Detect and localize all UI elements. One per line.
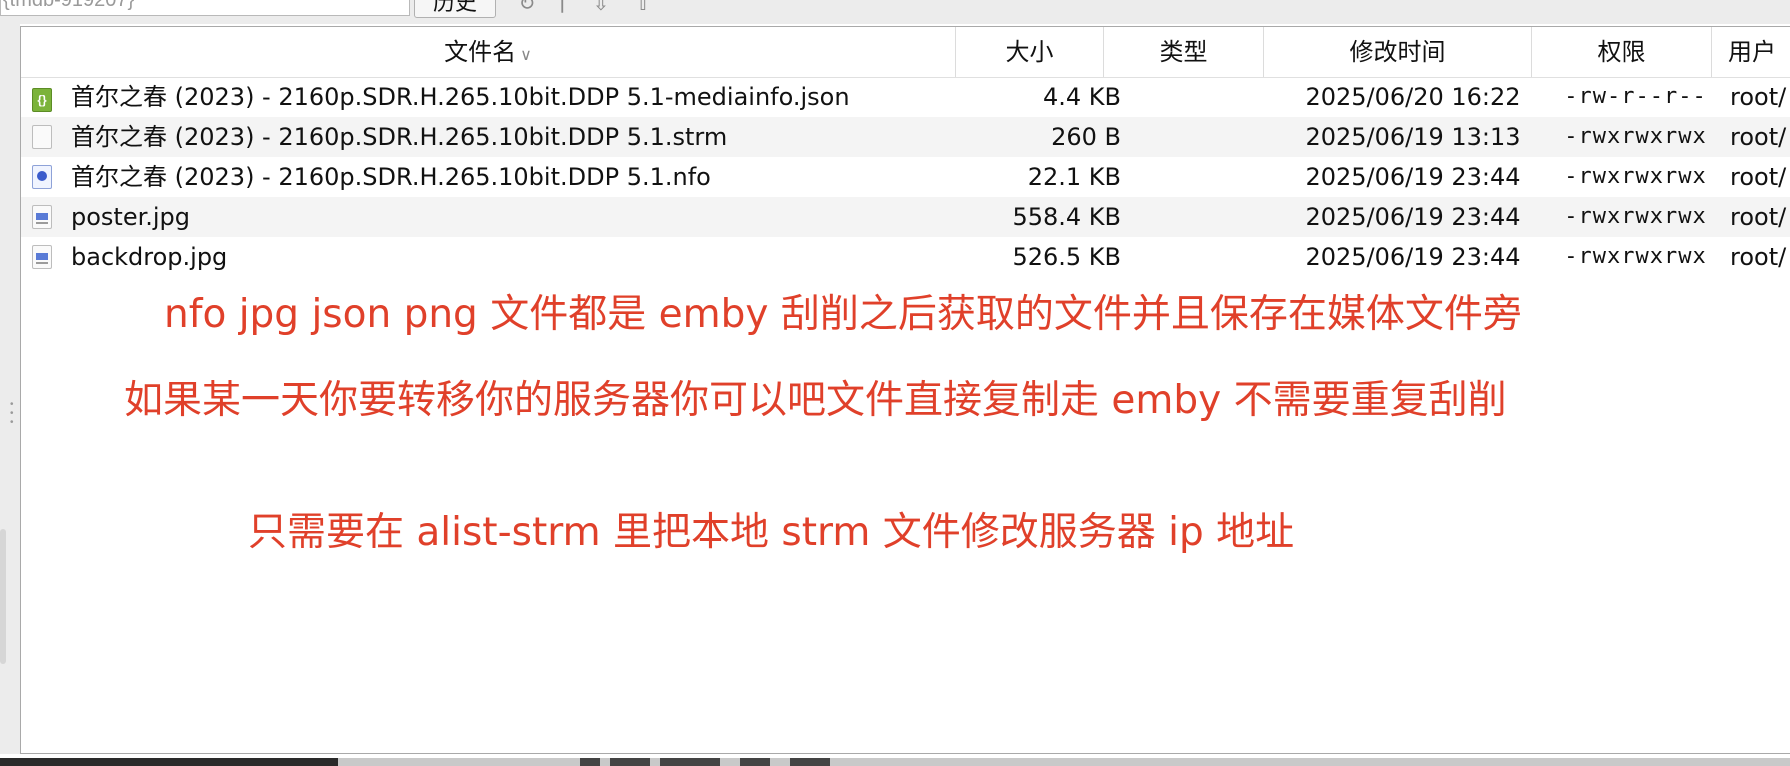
dock-dark-segment	[0, 758, 338, 766]
file-permissions: -rwxrwxrwx	[1564, 204, 1707, 229]
table-row[interactable]: {} 首尔之春 (2023) - 2160p.SDR.H.265.10bit.DD…	[21, 77, 1790, 117]
json-file-icon: {}	[32, 88, 52, 112]
file-size: 4.4 KB	[1043, 83, 1121, 111]
file-name: 首尔之春 (2023) - 2160p.SDR.H.265.10bit.DDP …	[71, 163, 711, 191]
file-owner: root/	[1730, 243, 1787, 271]
file-modified: 2025/06/20 16:22	[1305, 83, 1521, 111]
table-row[interactable]: poster.jpg 558.4 KB 2025/06/19 23:44 -rwxrw…	[21, 197, 1790, 237]
file-size: 526.5 KB	[1012, 243, 1121, 271]
bottom-strip	[0, 758, 1790, 766]
toolbar: {tmdb-919207} 历史 ↻ ⌉ ⇩ ⇧	[0, 0, 1790, 24]
file-modified: 2025/06/19 23:44	[1305, 243, 1521, 271]
file-owner: root/	[1730, 123, 1787, 151]
download-icon[interactable]: ⇩	[588, 0, 614, 14]
scrollbar-thumb[interactable]	[0, 529, 6, 664]
table-row[interactable]: 首尔之春 (2023) - 2160p.SDR.H.265.10bit.DDP …	[21, 117, 1790, 157]
file-size: 260 B	[1051, 123, 1121, 151]
file-type	[1125, 117, 1281, 157]
column-header-name[interactable]: 文件名 ∨	[21, 27, 956, 77]
column-header-modified[interactable]: 修改时间	[1264, 27, 1532, 77]
dock-item[interactable]	[740, 758, 770, 766]
annotation-line-1: nfo jpg json png 文件都是 emby 刮削之后获取的文件并且保存…	[164, 292, 1522, 337]
file-type	[1125, 197, 1281, 237]
file-modified: 2025/06/19 13:13	[1305, 123, 1521, 151]
annotation-line-3: 只需要在 alist-strm 里把本地 strm 文件修改服务器 ip 地址	[248, 510, 1295, 555]
file-type	[1125, 157, 1281, 197]
table-row[interactable]: 首尔之春 (2023) - 2160p.SDR.H.265.10bit.DDP …	[21, 157, 1790, 197]
dock-item[interactable]	[610, 758, 650, 766]
file-size: 558.4 KB	[1012, 203, 1121, 231]
file-owner: root/	[1730, 163, 1787, 191]
annotation-line-2: 如果某一天你要转移你的服务器你可以吧文件直接复制走 emby 不需要重复刮削	[124, 378, 1507, 423]
image-file-icon	[32, 205, 52, 229]
sort-chevron-icon: ∨	[520, 45, 532, 64]
history-button[interactable]: 历史	[414, 0, 496, 18]
file-name: 首尔之春 (2023) - 2160p.SDR.H.265.10bit.DDP …	[71, 83, 850, 111]
file-permissions: -rwxrwxrwx	[1564, 244, 1707, 269]
column-header-user[interactable]: 用户	[1712, 27, 1790, 77]
column-header-permissions[interactable]: 权限	[1532, 27, 1712, 77]
column-header-size[interactable]: 大小	[956, 27, 1104, 77]
dock-item[interactable]	[580, 758, 600, 766]
file-owner: root/	[1730, 203, 1787, 231]
file-name: backdrop.jpg	[71, 243, 228, 271]
dock-item[interactable]	[790, 758, 830, 766]
file-permissions: -rwxrwxrwx	[1564, 164, 1707, 189]
upload-icon[interactable]: ⇧	[630, 0, 656, 14]
image-file-icon	[32, 245, 52, 269]
file-type	[1125, 237, 1281, 277]
file-owner: root/	[1730, 83, 1787, 111]
left-gutter: • • •	[0, 24, 20, 754]
file-name: 首尔之春 (2023) - 2160p.SDR.H.265.10bit.DDP …	[71, 123, 728, 151]
blank-file-icon	[32, 125, 52, 149]
file-permissions: -rw-r--r--	[1564, 84, 1707, 109]
file-name: poster.jpg	[71, 203, 191, 231]
file-modified: 2025/06/19 23:44	[1305, 203, 1521, 231]
file-list-panel: 文件名 ∨ 大小 类型 修改时间 权限 用户 {} 首尔之春 (2023) - 21…	[20, 26, 1790, 754]
file-size: 22.1 KB	[1027, 163, 1121, 191]
table-header: 文件名 ∨ 大小 类型 修改时间 权限 用户	[21, 27, 1790, 78]
resize-grip[interactable]: • • •	[10, 400, 16, 430]
path-input[interactable]: {tmdb-919207}	[0, 0, 410, 16]
column-header-type[interactable]: 类型	[1104, 27, 1264, 77]
nfo-file-icon	[32, 165, 52, 189]
dock-item[interactable]	[660, 758, 720, 766]
table-row[interactable]: backdrop.jpg 526.5 KB 2025/06/19 23:44 -rwx…	[21, 237, 1790, 277]
refresh-icon[interactable]: ↻	[514, 0, 540, 14]
file-type	[1125, 77, 1281, 117]
bracket-icon[interactable]: ⌉	[548, 0, 574, 14]
file-permissions: -rwxrwxrwx	[1564, 124, 1707, 149]
file-modified: 2025/06/19 23:44	[1305, 163, 1521, 191]
